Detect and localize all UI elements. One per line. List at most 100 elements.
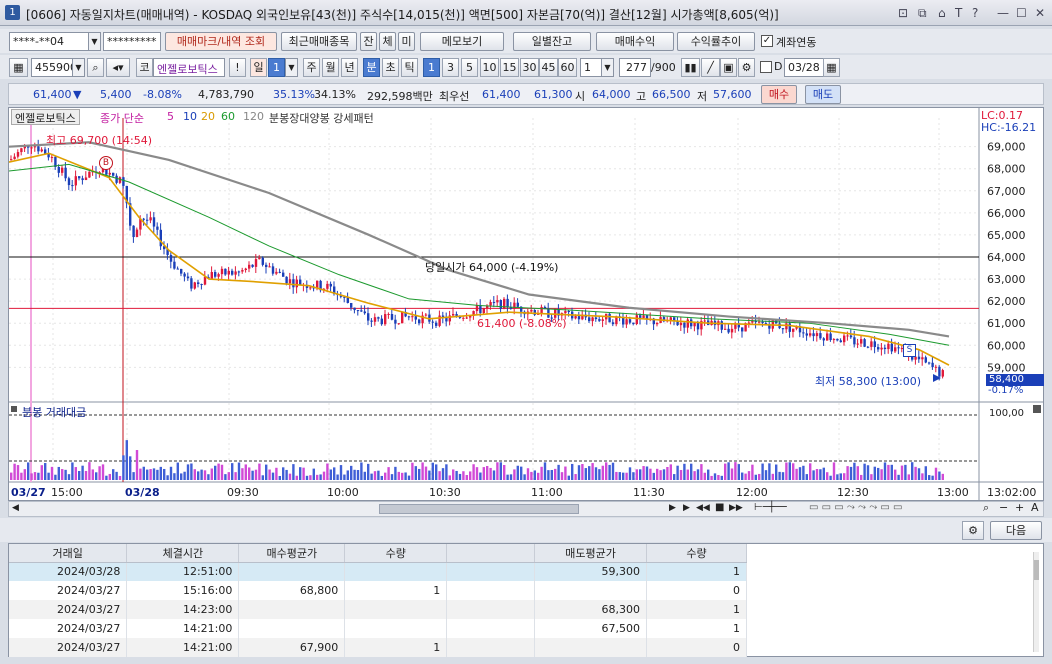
day-count[interactable]: 1 [268,58,285,77]
account-link-checkbox[interactable]: ✓ [761,35,773,47]
column-header[interactable]: 거래일 [9,544,128,563]
account-dropdown[interactable]: ▼ [88,32,101,51]
custom-interval-input[interactable]: 1 [580,58,602,77]
maximize-icon[interactable]: ☐ [1016,6,1027,20]
volume-bar [180,473,183,480]
buy-button[interactable]: 매수 [761,85,797,104]
cell-e [446,638,536,657]
close-icon[interactable]: ✕ [1035,6,1045,20]
custom-interval-dropdown[interactable]: ▼ [601,58,614,77]
interval-1[interactable]: 1 [423,58,440,77]
chart-scrollbar[interactable]: ◀ ▶ ▶ ◀◀ ■ ▶▶ ⊢─┼── ▭ ▭ ▭ ⤳ ⤳ ⤳ ▭ ▭ ⌕ − … [8,501,1044,517]
day-count-dropdown[interactable]: ▼ [285,58,298,77]
calendar-icon[interactable]: ▦ [823,58,840,77]
column-header[interactable] [446,544,536,563]
stock-code-input[interactable]: 455900 [31,58,73,77]
memo-button[interactable]: 메모보기 [420,32,504,51]
alert-button[interactable]: ! [229,58,246,77]
period-minute[interactable]: 분 [363,58,380,77]
period-year[interactable]: 년 [341,58,358,77]
volume-bar [438,471,441,480]
market-code-button[interactable]: 코 [136,58,153,77]
volume-bar [839,473,842,480]
password-input[interactable]: ********* [103,32,161,51]
candle-icon[interactable]: ▮▮ [681,58,700,77]
chart-type-icon[interactable]: ▦ [9,58,28,77]
gear-icon[interactable]: ⚙ [738,58,755,77]
stock-name-field[interactable]: 엔젤로보틱스 [153,58,225,77]
search-icon[interactable]: ⌕ [87,58,104,77]
volume-bar [537,472,540,480]
column-header[interactable]: 수량 [344,544,448,563]
scroll-left-icon[interactable]: ◀ [12,503,19,513]
table-row[interactable]: 2024/03/27 14:21:00 67,900 1 0 [9,638,747,657]
sell-marker[interactable]: S [903,344,916,357]
interval-15[interactable]: 15 [500,58,519,77]
column-header[interactable]: 매수평균가 [238,544,346,563]
forward-icon[interactable]: ▶▶ [729,503,743,513]
sell-button[interactable]: 매도 [805,85,841,104]
minimize-icon[interactable]: — [997,6,1009,20]
settings-gear-icon[interactable]: ⚙ [962,521,984,540]
scroll-thumb[interactable] [379,504,579,514]
stop-icon[interactable]: ■ [715,502,724,513]
column-header[interactable]: 체결시간 [126,544,240,563]
date-checkbox[interactable] [760,61,772,73]
recent-trades-button[interactable]: 최근매매종목 [281,32,357,51]
tool-icons[interactable]: ▭ ▭ ▭ ⤳ ⤳ ⤳ ▭ ▭ [809,502,903,513]
table-scroll-thumb[interactable] [1034,560,1039,580]
column-header[interactable]: 수량 [646,544,747,563]
play-icon[interactable]: ▶ [683,503,690,513]
volume-bar [401,472,404,480]
interval-45[interactable]: 45 [539,58,558,77]
table-row[interactable]: 2024/03/27 15:16:00 68,800 1 0 [9,581,747,600]
interval-5[interactable]: 5 [461,58,478,77]
date-input[interactable]: 03/28 [784,58,824,77]
table-row[interactable]: 2024/03/27 14:21:00 67,500 1 [9,619,747,638]
help-icon[interactable]: ? [972,6,978,20]
period-day[interactable]: 일 [250,58,267,77]
interval-10[interactable]: 10 [480,58,499,77]
link-icon[interactable]: ⊡ [898,6,908,20]
buy-marker[interactable]: B [99,156,113,170]
trade-profit-button[interactable]: 매매수익 [596,32,674,51]
save-icon[interactable]: ▣ [720,58,737,77]
interval-30[interactable]: 30 [520,58,539,77]
font-icon[interactable]: T [955,6,962,20]
tab-balance[interactable]: 잔 [360,32,377,51]
tab-unexecuted[interactable]: 미 [398,32,415,51]
daily-balance-button[interactable]: 일별잔고 [513,32,591,51]
trade-mark-button[interactable]: 매매마크/내역 조회 [165,32,277,51]
period-month[interactable]: 월 [322,58,339,77]
volume-bar [880,469,883,480]
scroll-right-icon[interactable]: ▶ [669,503,676,513]
table-row[interactable]: 2024/03/27 14:23:00 68,300 1 [9,600,747,619]
bar-count-input[interactable]: 277 [619,58,651,77]
next-button[interactable]: 다음 [990,521,1042,540]
interval-3[interactable]: 3 [442,58,459,77]
volume-bar [914,466,917,480]
interval-60[interactable]: 60 [558,58,577,77]
zoom-search-icon[interactable]: ⌕ [983,501,989,515]
return-trend-button[interactable]: 수익률추이 [677,32,755,51]
chart-canvas[interactable]: 69,000 68,000 67,000 66,000 65,000 64,000 63,0… [9,108,1043,500]
table-row[interactable]: 2024/03/28 12:51:00 59,300 1 [9,562,747,581]
zoom-in-icon[interactable]: + [1015,501,1024,514]
restore-icon[interactable]: ⧉ [918,6,927,21]
stock-code-dropdown[interactable]: ▼ [72,58,85,77]
account-input[interactable]: ****-**04 [9,32,89,51]
tab-executed[interactable]: 체 [379,32,396,51]
period-tick[interactable]: 틱 [401,58,418,77]
table-scrollbar[interactable] [1033,552,1039,652]
draw-line-icon[interactable]: ╱ [701,58,720,77]
price-chart[interactable]: 69,000 68,000 67,000 66,000 65,000 64,000 63,0… [8,107,1044,501]
lock-icon[interactable]: ⌂ [938,6,946,20]
zoom-slider-icon[interactable]: ⊢─┼── [754,502,787,513]
zoom-out-icon[interactable]: − [999,501,1008,514]
period-second[interactable]: 초 [382,58,399,77]
column-header[interactable]: 매도평균가 [534,544,648,563]
text-tool-icon[interactable]: A [1031,501,1039,514]
rewind-icon[interactable]: ◀◀ [696,503,710,513]
speaker-icon[interactable]: ◂▾ [106,58,130,77]
period-week[interactable]: 주 [303,58,320,77]
